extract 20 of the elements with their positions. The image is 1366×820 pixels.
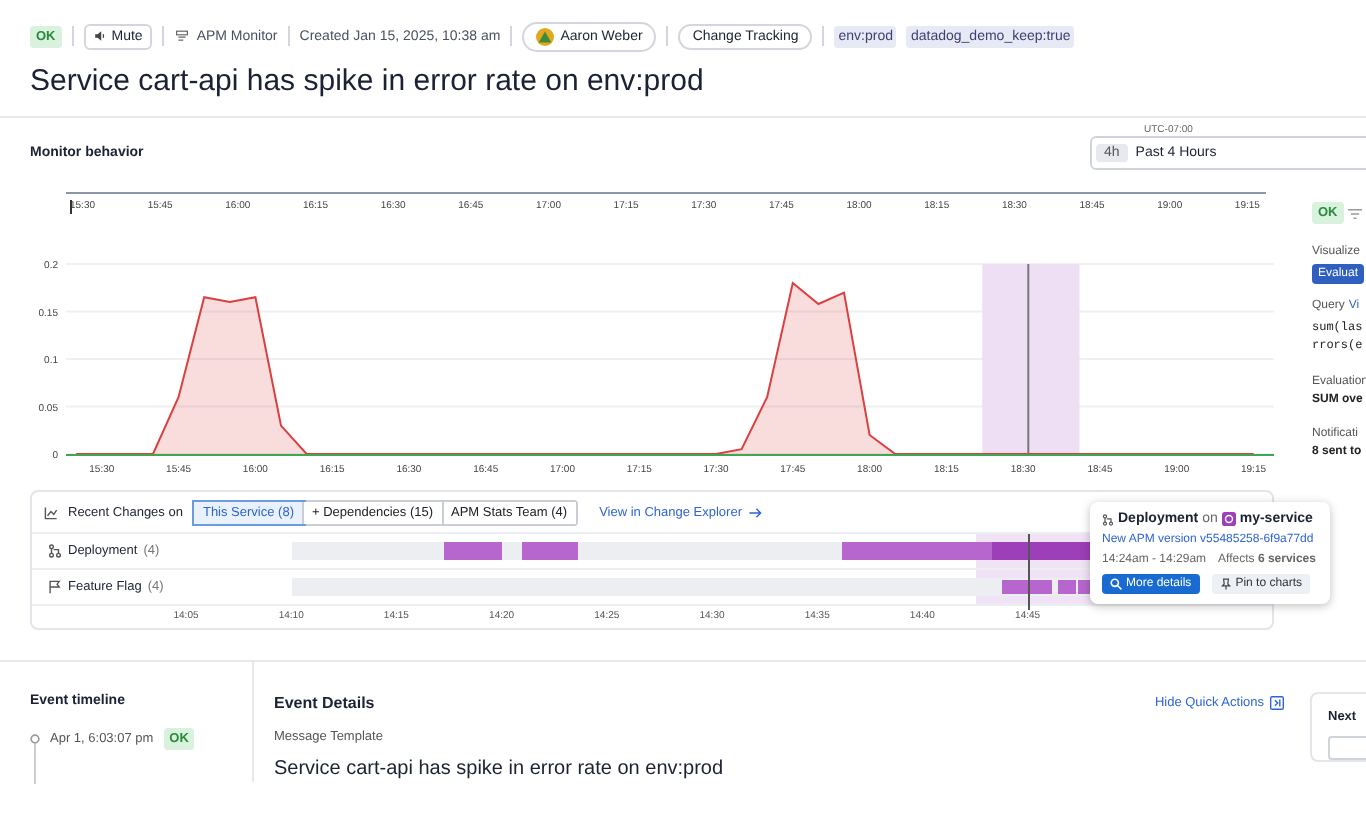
section-title: Event Details (274, 694, 375, 712)
marker-line (1027, 534, 1030, 610)
filter-icon[interactable] (1347, 207, 1362, 219)
search-icon (1110, 578, 1122, 590)
arrow-right-icon (747, 505, 762, 519)
monitor-icon (174, 30, 191, 42)
avatar-icon (536, 27, 555, 45)
timeline-line (34, 744, 36, 784)
service-icon (1221, 512, 1236, 526)
timeline-node (30, 734, 40, 744)
chart-icon (44, 505, 58, 519)
pin-icon (1219, 578, 1232, 590)
branch-icon (1102, 513, 1114, 525)
branch-icon (48, 544, 62, 558)
feature-flag-bar[interactable] (1029, 580, 1053, 594)
page-title: Service cart-api has spike in error rate on env:prod (30, 64, 706, 102)
speaker-icon (93, 30, 106, 42)
collapse-icon[interactable] (1270, 696, 1284, 710)
flag-icon (48, 580, 62, 594)
message-text: Service cart-api has spike in error rate on env:prod (274, 758, 726, 780)
